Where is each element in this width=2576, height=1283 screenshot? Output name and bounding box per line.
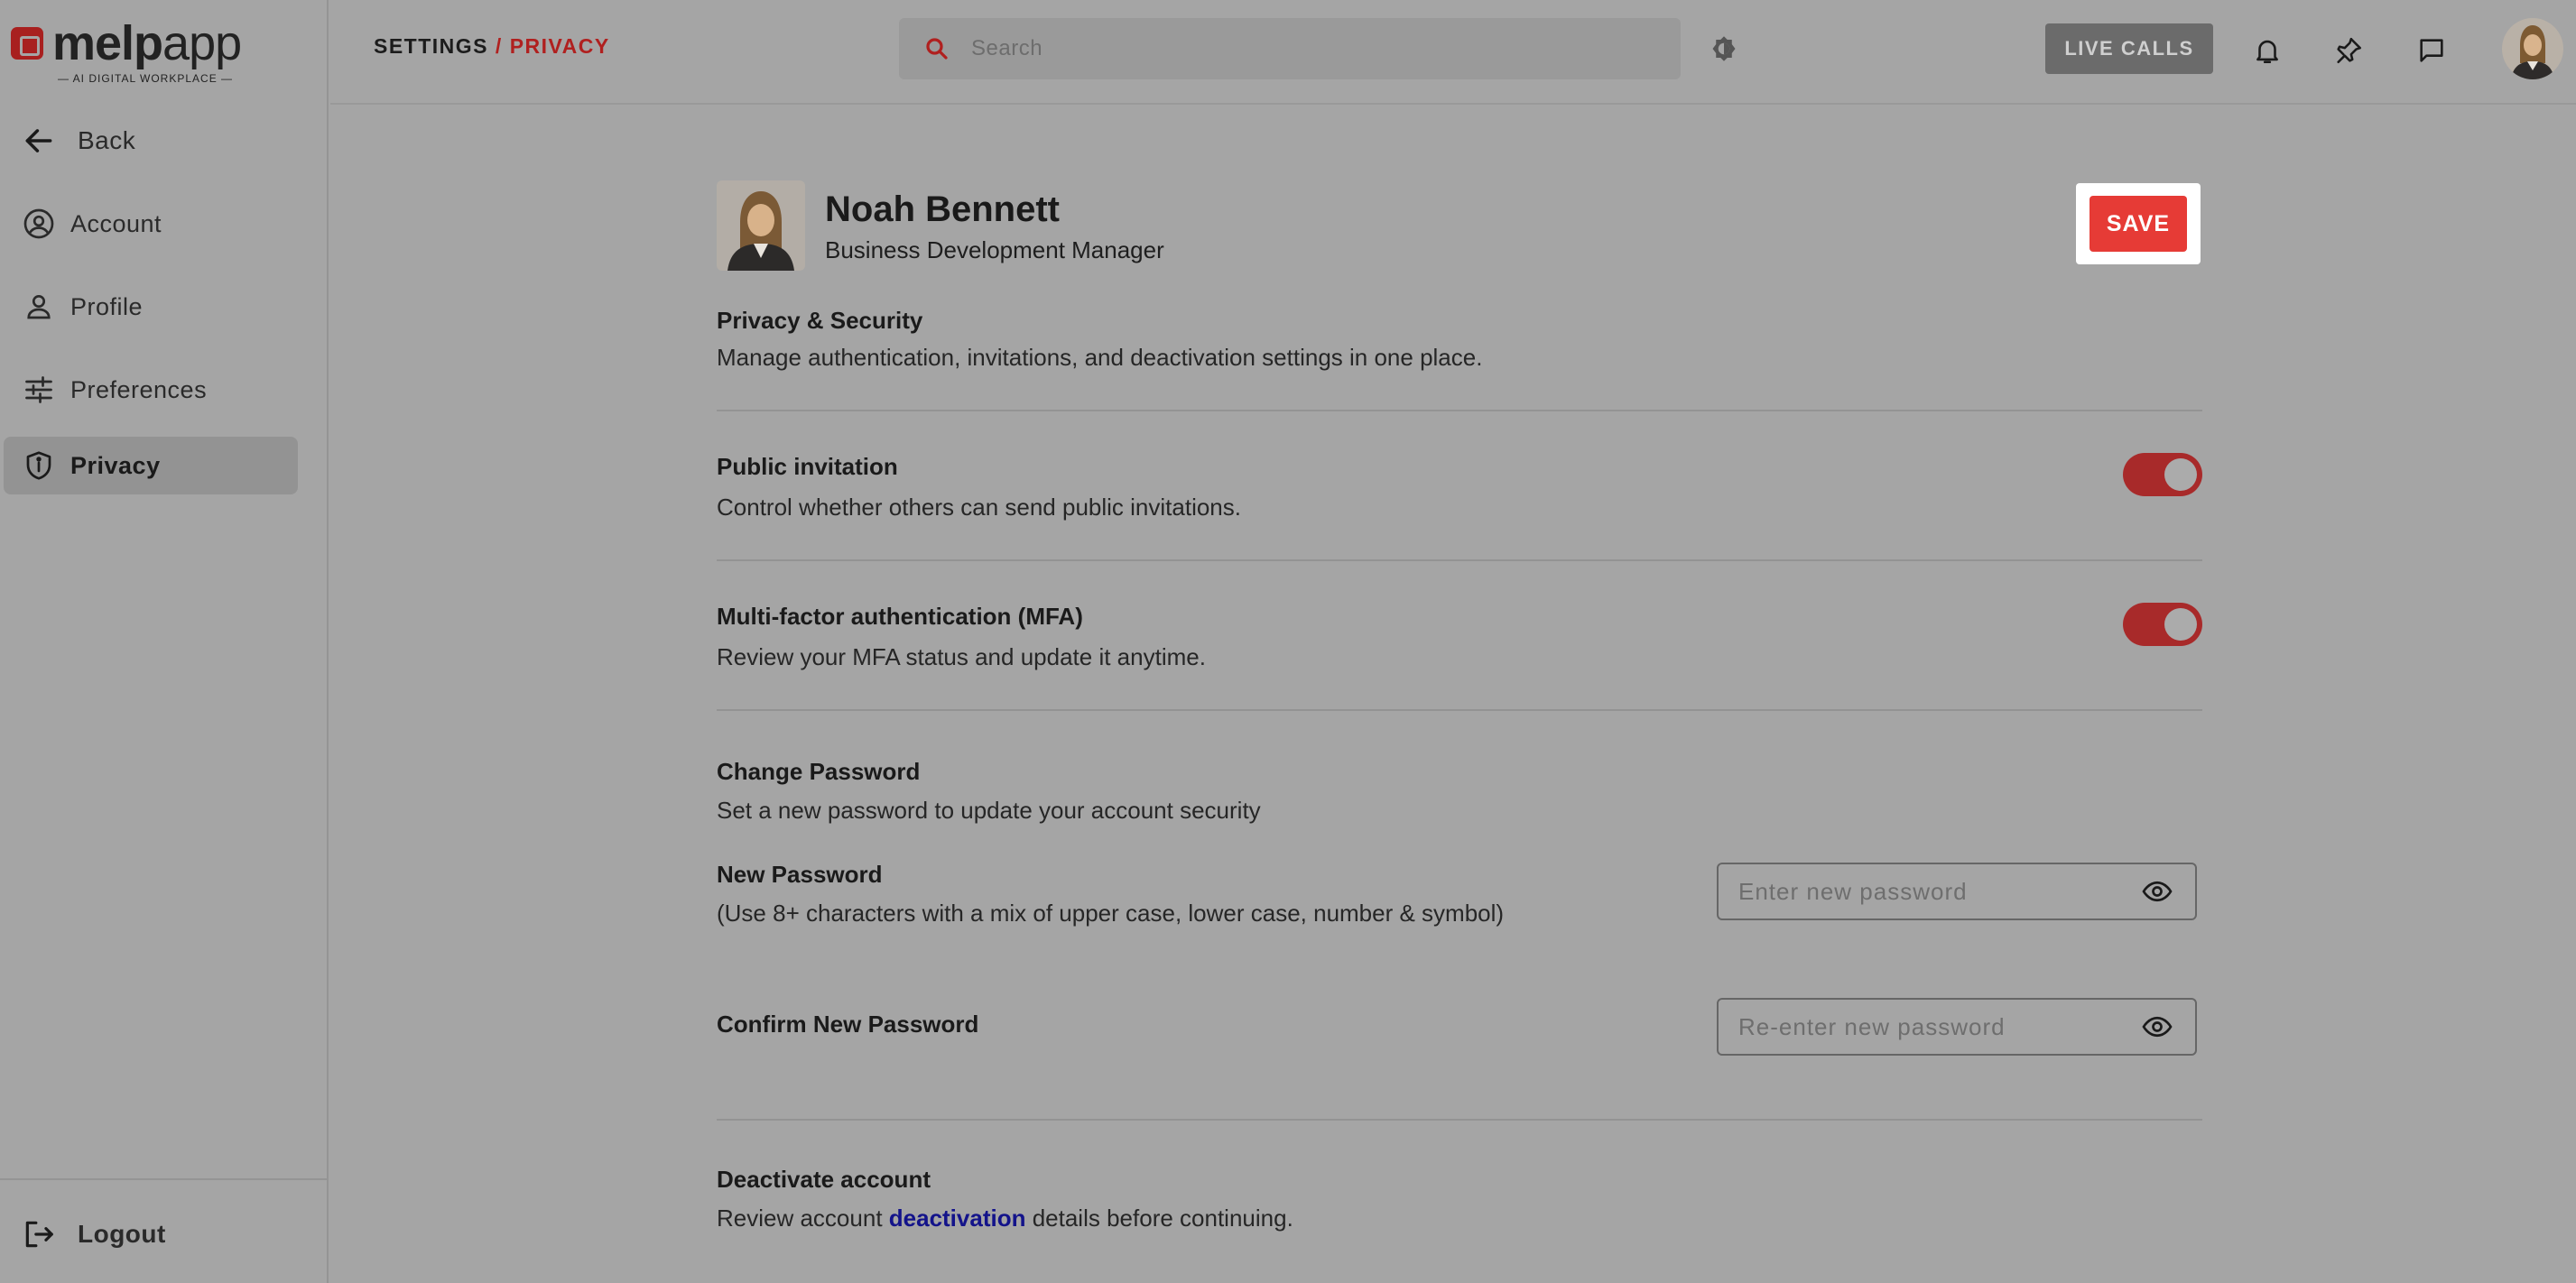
mfa-toggle[interactable] [2123, 603, 2202, 646]
shield-icon [22, 448, 56, 483]
eye-icon[interactable] [2139, 873, 2175, 909]
profile-name: Noah Bennett [825, 189, 1060, 229]
pin-icon[interactable] [2329, 31, 2368, 70]
logout-icon [22, 1217, 56, 1251]
live-calls-button[interactable]: LIVE CALLS [2045, 23, 2213, 74]
public-invitation-title: Public invitation [717, 453, 898, 480]
search-input[interactable] [971, 36, 1657, 61]
change-password-title: Change Password [717, 758, 921, 785]
bell-icon[interactable] [2247, 31, 2287, 70]
logo-text: melpapp [52, 16, 242, 70]
sidebar-divider [0, 1178, 329, 1180]
public-invitation-row: Public invitation Control whether others… [717, 453, 2202, 522]
sidebar-item-profile[interactable]: Profile [4, 278, 298, 336]
sidebar-item-preferences[interactable]: Preferences [4, 361, 298, 419]
account-circle-icon [22, 207, 56, 241]
save-button-frame: SAVE [2076, 183, 2201, 264]
back-label: Back [78, 126, 136, 154]
deactivate-description: Review account deactivation details befo… [717, 1205, 2202, 1232]
divider [717, 559, 2202, 561]
breadcrumb-current: PRIVACY [509, 34, 610, 58]
mfa-title: Multi-factor authentication (MFA) [717, 603, 1083, 630]
section-description: Manage authentication, invitations, and … [717, 344, 1483, 371]
breadcrumb-separator: / [488, 34, 510, 58]
logo-brand-bold: melp [52, 16, 163, 70]
divider [717, 709, 2202, 711]
sidebar: melpapp — AI DIGITAL WORKPLACE — Back Ac… [0, 0, 329, 1283]
sidebar-item-label: Account [70, 209, 162, 237]
deactivate-text: details before continuing. [1025, 1205, 1293, 1232]
theme-toggle-icon[interactable] [1706, 31, 1742, 67]
arrow-left-icon [22, 124, 56, 158]
sidebar-item-label: Privacy [70, 451, 161, 479]
change-password-description: Set a new password to update your accoun… [717, 797, 1261, 824]
logout-label: Logout [78, 1220, 166, 1248]
divider [717, 1119, 2202, 1121]
mfa-row: Multi-factor authentication (MFA) Review… [717, 603, 2202, 671]
eye-icon[interactable] [2139, 1009, 2175, 1045]
melp-logo[interactable]: melpapp — AI DIGITAL WORKPLACE — [11, 16, 246, 88]
privacy-security-section: Privacy & Security Manage authentication… [717, 307, 2202, 372]
new-password-input[interactable] [1738, 877, 2139, 906]
public-invitation-toggle[interactable] [2123, 453, 2202, 496]
confirm-password-input[interactable] [1738, 1012, 2139, 1041]
deactivation-link[interactable]: deactivation [889, 1205, 1026, 1232]
search-bar[interactable] [899, 18, 1681, 79]
sidebar-item-account[interactable]: Account [4, 195, 298, 253]
logo-tagline: — AI DIGITAL WORKPLACE — [58, 72, 234, 85]
profile-avatar [717, 180, 805, 271]
privacy-settings-panel: Noah Bennett Business Development Manage… [717, 180, 2202, 1232]
sidebar-item-label: Profile [70, 292, 144, 320]
change-password-section: Change Password Set a new password to up… [717, 758, 2202, 825]
new-password-field[interactable] [1717, 863, 2197, 920]
public-invitation-description: Control whether others can send public i… [717, 494, 1241, 521]
sidebar-item-label: Preferences [70, 375, 208, 403]
deactivate-title: Deactivate account [717, 1166, 931, 1193]
sliders-icon [22, 373, 56, 407]
melp-logo-mark-icon [11, 27, 43, 60]
search-icon [919, 31, 955, 67]
save-button[interactable]: SAVE [2090, 196, 2187, 252]
sidebar-item-privacy[interactable]: Privacy [4, 437, 298, 494]
profile-header: Noah Bennett Business Development Manage… [717, 180, 2202, 274]
profile-job-title: Business Development Manager [825, 236, 1164, 263]
user-avatar[interactable] [2502, 18, 2563, 79]
deactivate-section: Deactivate account Review account deacti… [717, 1166, 2202, 1232]
deactivate-text: Review account [717, 1205, 889, 1232]
breadcrumb: SETTINGS / PRIVACY [374, 34, 610, 59]
breadcrumb-settings[interactable]: SETTINGS [374, 34, 488, 58]
back-button[interactable]: Back [4, 112, 298, 170]
confirm-password-field[interactable] [1717, 998, 2197, 1056]
mfa-description: Review your MFA status and update it any… [717, 643, 1206, 670]
logo-brand-light: app [162, 16, 242, 70]
person-icon [22, 290, 56, 324]
logout-button[interactable]: Logout [4, 1205, 298, 1263]
divider [717, 410, 2202, 411]
section-title: Privacy & Security [717, 307, 923, 334]
top-bar: SETTINGS / PRIVACY LIVE CALLS [330, 0, 2576, 105]
chat-icon[interactable] [2412, 31, 2451, 70]
